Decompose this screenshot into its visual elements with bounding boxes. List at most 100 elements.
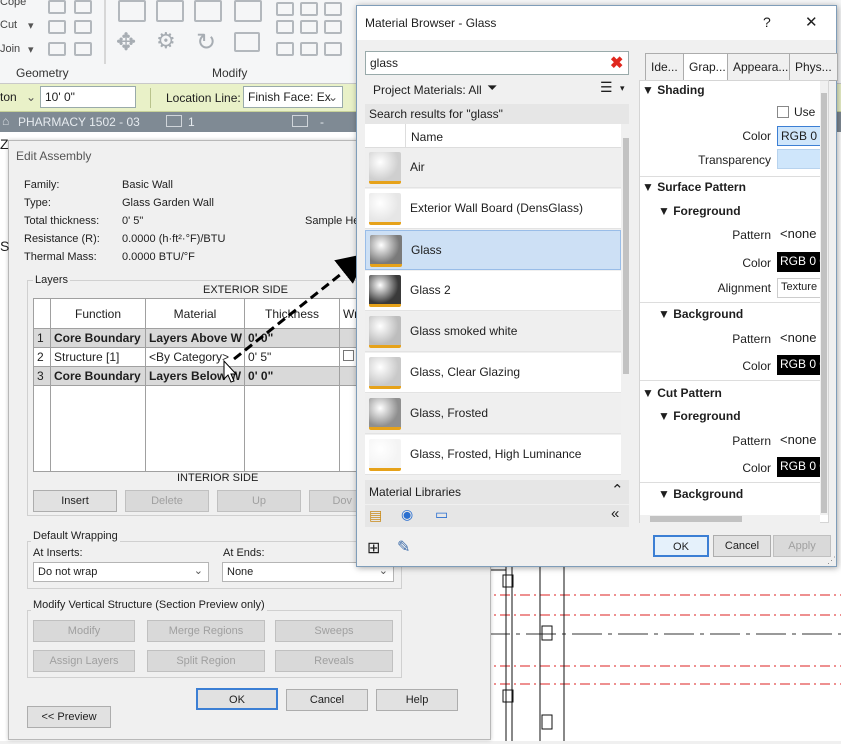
modify-button[interactable]: Modify (33, 620, 135, 642)
scrollbar-thumb[interactable] (623, 138, 629, 374)
modify-tool-icon[interactable] (300, 20, 318, 34)
function-header[interactable]: Function (50, 298, 146, 329)
resize-grip-icon[interactable]: ⋰ (827, 555, 836, 566)
offset-icon[interactable] (156, 0, 184, 22)
chevron-down-icon[interactable]: ⌄ (26, 90, 36, 104)
surface-fg-pattern-value[interactable]: <none (777, 224, 821, 244)
project-materials-filter[interactable]: Project Materials: All (373, 83, 482, 97)
modify-tool-icon[interactable] (300, 2, 318, 16)
alignment-value[interactable]: Texture (777, 278, 821, 298)
properties-hscrollbar[interactable] (640, 515, 820, 523)
list-item[interactable]: Glass smoked white (365, 312, 621, 352)
cancel-button[interactable]: Cancel (286, 689, 368, 711)
height-input[interactable]: 10' 0" (40, 86, 136, 108)
dropdown-arrow-icon[interactable]: ▾ (28, 19, 34, 32)
cut-foreground-section[interactable]: ▼ Foreground (658, 409, 741, 423)
filter-icon[interactable]: ⏷ (487, 80, 497, 96)
help-button[interactable]: ? (763, 14, 771, 30)
move-icon[interactable]: ✥ (116, 28, 136, 57)
at-inserts-select[interactable]: Do not wrap ⌄ (33, 562, 209, 582)
list-view-icon[interactable]: ☰ (600, 79, 613, 96)
merge-regions-button[interactable]: Merge Regions (147, 620, 265, 642)
transparency-slider[interactable] (777, 149, 821, 169)
list-item[interactable]: Glass, Frosted, High Luminance (365, 435, 621, 475)
material-libraries-header[interactable]: Material Libraries ⌃ (365, 480, 629, 504)
scrollbar-thumb[interactable] (650, 516, 742, 522)
help-button[interactable]: Help (376, 689, 458, 711)
function-cell[interactable]: Core Boundary (50, 328, 146, 348)
copy-icon[interactable]: ⚙ (156, 28, 176, 54)
collapse-left-icon[interactable]: « (611, 505, 619, 522)
modify-tool-icon[interactable] (324, 20, 342, 34)
modify-tool-icon[interactable] (324, 2, 342, 16)
drawing-area[interactable] (480, 540, 841, 741)
dropdown-arrow-icon[interactable]: ▾ (28, 43, 34, 56)
modify-tool-icon[interactable] (276, 42, 294, 56)
view-icon[interactable] (292, 115, 308, 127)
cut-background-section[interactable]: ▼ Background (658, 487, 743, 501)
modify-tool-icon[interactable] (276, 2, 294, 16)
tab-graphics[interactable]: Grap... (683, 53, 732, 81)
ribbon-item-cope[interactable]: Cope (0, 0, 26, 8)
cut-pattern-section[interactable]: ▼ Cut Pattern (642, 386, 722, 400)
list-item[interactable]: Glass, Frosted (365, 394, 621, 434)
tab-physical[interactable]: Phys... (789, 53, 838, 81)
surface-bg-color-swatch[interactable]: RGB 0 0 (777, 355, 821, 375)
view-icon[interactable] (166, 115, 182, 127)
list-item[interactable]: Glass, Clear Glazing (365, 353, 621, 393)
scrollbar-thumb[interactable] (821, 93, 827, 513)
modify-tool-icon[interactable] (276, 20, 294, 34)
function-cell[interactable]: Structure [1] (50, 347, 146, 367)
trim-icon[interactable] (234, 32, 260, 52)
geometry-tool-icon[interactable] (48, 42, 66, 56)
surface-bg-pattern-value[interactable]: <none (777, 328, 821, 348)
list-item[interactable]: Glass (365, 230, 621, 270)
ok-button[interactable]: OK (653, 535, 709, 557)
search-input[interactable]: glass ✖ (365, 51, 629, 75)
geometry-tool-icon[interactable] (74, 20, 92, 34)
modify-tool-icon[interactable] (324, 42, 342, 56)
create-material-icon[interactable]: ◉ (401, 506, 413, 523)
home-icon[interactable]: ⌂ (2, 114, 9, 128)
function-cell[interactable]: Core Boundary (50, 366, 146, 386)
cut-fg-pattern-value[interactable]: <none (777, 430, 821, 450)
panel-icon[interactable]: ▭ (435, 506, 448, 523)
up-button[interactable]: Up (217, 490, 301, 512)
surface-background-section[interactable]: ▼ Background (658, 307, 743, 321)
cut-fg-color-swatch[interactable]: RGB 0 0 (777, 457, 821, 477)
mirror-draw-icon[interactable] (234, 0, 262, 22)
list-item[interactable]: Exterior Wall Board (DensGlass) (365, 189, 621, 229)
library-folder-icon[interactable]: ▤ (369, 507, 382, 524)
properties-vscrollbar[interactable] (820, 81, 828, 515)
split-region-button[interactable]: Split Region (147, 650, 265, 672)
tab-identity[interactable]: Ide... (645, 53, 684, 81)
insert-button[interactable]: Insert (33, 490, 117, 512)
surface-fg-color-swatch[interactable]: RGB 0 0 (777, 252, 821, 272)
modify-tool-icon[interactable] (300, 42, 318, 56)
geometry-tool-icon[interactable] (74, 42, 92, 56)
apply-button[interactable]: Apply (773, 535, 831, 557)
assign-layers-button[interactable]: Assign Layers (33, 650, 135, 672)
tab-appearance[interactable]: Appeara... (727, 53, 795, 81)
options-left-value[interactable]: ton (0, 90, 17, 104)
name-column-header[interactable]: Name (365, 124, 621, 148)
surface-pattern-section[interactable]: ▼ Surface Pattern (642, 180, 746, 194)
list-item[interactable]: Air (365, 148, 621, 188)
shading-color-swatch[interactable]: RGB 0 1 (777, 126, 821, 146)
clear-search-icon[interactable]: ✖ (610, 53, 623, 73)
list-scrollbar[interactable] (622, 124, 630, 478)
geometry-tool-icon[interactable] (48, 0, 66, 14)
reveals-button[interactable]: Reveals (275, 650, 393, 672)
surface-foreground-section[interactable]: ▼ Foreground (658, 204, 741, 218)
ribbon-item-cut[interactable]: Cut (0, 19, 17, 31)
asset-browser-icon[interactable]: ⊞ (367, 538, 380, 558)
ribbon-item-join[interactable]: Join (0, 43, 20, 55)
geometry-tool-icon[interactable] (74, 0, 92, 14)
material-editor-icon[interactable]: ✎ (397, 537, 410, 557)
delete-button[interactable]: Delete (125, 490, 209, 512)
view-title[interactable]: PHARMACY 1502 - 03 (18, 115, 140, 129)
dropdown-arrow-icon[interactable]: ▾ (620, 83, 625, 94)
shading-section[interactable]: ▼ Shading (642, 83, 705, 97)
use-render-checkbox[interactable] (777, 106, 789, 118)
align-icon[interactable] (118, 0, 146, 22)
